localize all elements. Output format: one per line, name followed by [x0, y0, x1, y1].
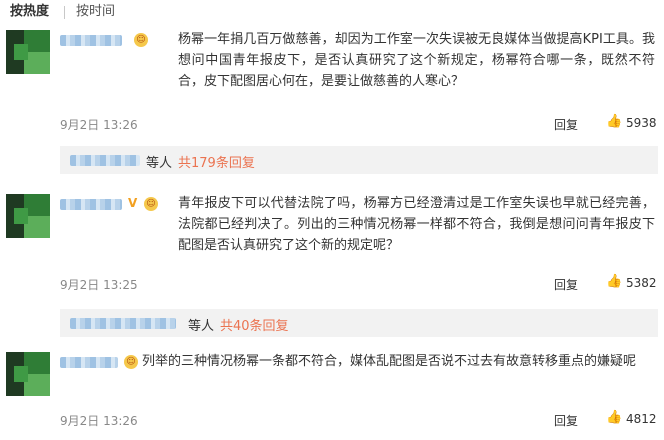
reply-summary-prefix: 等人 [188, 319, 215, 334]
avatar[interactable] [6, 30, 50, 74]
replier-names-blurred [70, 155, 140, 166]
sort-by-hot-tab[interactable]: 按热度 [10, 4, 49, 20]
comment-time: 9月2日 13:26 [60, 118, 138, 132]
comment-time: 9月2日 13:25 [60, 278, 138, 292]
like-count: 5938 [626, 116, 657, 130]
reply-summary-prefix: 等人 [146, 156, 173, 171]
thumbs-up-icon[interactable]: 👍 [606, 114, 622, 129]
like-count: 4812 [626, 412, 657, 426]
comment-text: 列举的三种情况杨幂一条都不符合，媒体乱配图是否说不过去有故意转移重点的嫌疑呢 [142, 354, 637, 369]
sort-bar: 按热度 按时间 [0, 0, 664, 26]
sort-by-time-tab[interactable]: 按时间 [76, 4, 115, 20]
avatar[interactable] [6, 194, 50, 238]
view-replies-link[interactable]: 共179条回复 [178, 152, 255, 171]
avatar[interactable] [6, 352, 50, 396]
reply-button[interactable]: 回复 [554, 412, 578, 429]
reply-summary[interactable]: 等人 共40条回复 [60, 309, 658, 337]
reply-button[interactable]: 回复 [554, 276, 578, 293]
view-replies-link[interactable]: 共40条回复 [220, 315, 289, 334]
like-count: 5382 [626, 276, 657, 290]
replier-names-blurred [70, 318, 176, 329]
sort-divider [64, 6, 65, 19]
thumbs-up-icon[interactable]: 👍 [606, 410, 622, 425]
comment-text: 青年报皮下可以代替法院了吗，杨幂方已经澄清过是工作室失误也早就已经完善，法院都已… [178, 196, 655, 253]
comment-time: 9月2日 13:26 [60, 414, 138, 428]
comment-text: 杨幂一年捐几百万做慈善，却因为工作室一次失误被无良媒体当做提高KPI工具。我想问… [178, 32, 655, 89]
thumbs-up-icon[interactable]: 👍 [606, 274, 622, 289]
reply-summary[interactable]: 等人 共179条回复 [60, 146, 658, 174]
reply-button[interactable]: 回复 [554, 116, 578, 133]
